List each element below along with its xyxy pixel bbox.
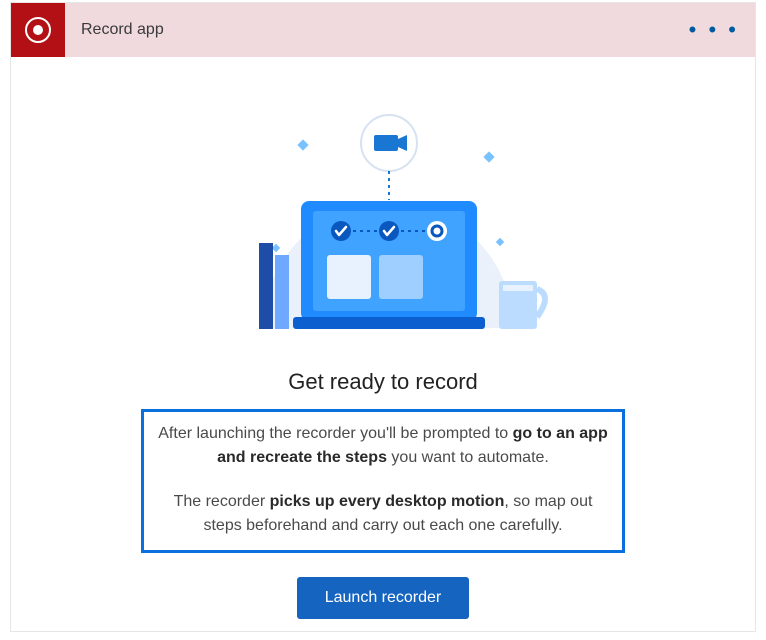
panel-content: Get ready to record After launching the … xyxy=(11,57,755,619)
desc-emphasis: picks up every desktop motion xyxy=(270,493,505,510)
desc-text: After launching the recorder you'll be p… xyxy=(158,425,512,442)
more-icon[interactable]: • • • xyxy=(689,19,739,41)
description-box: After launching the recorder you'll be p… xyxy=(141,409,625,553)
launch-recorder-button[interactable]: Launch recorder xyxy=(297,577,470,619)
desc-text: The recorder xyxy=(174,493,270,510)
record-icon xyxy=(11,3,65,57)
description-paragraph-2: The recorder picks up every desktop moti… xyxy=(158,490,608,538)
desc-text: you want to automate. xyxy=(387,449,549,466)
record-illustration xyxy=(11,85,755,345)
ready-heading: Get ready to record xyxy=(11,369,755,395)
panel-title: Record app xyxy=(81,21,164,39)
record-app-panel: Record app • • • xyxy=(10,2,756,632)
description-paragraph-1: After launching the recorder you'll be p… xyxy=(158,422,608,470)
panel-header: Record app • • • xyxy=(11,3,755,57)
